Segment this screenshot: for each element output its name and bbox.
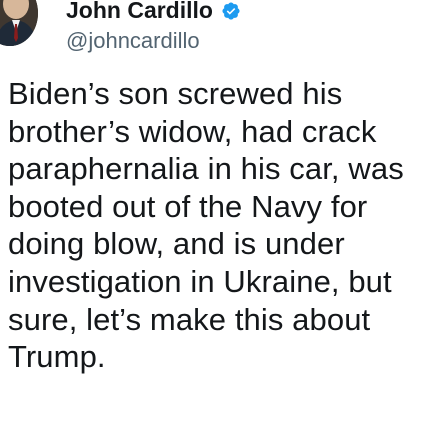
tweet-card: John Cardillo @johncardillo Biden’s son … (0, 0, 447, 425)
author-name-row: John Cardillo (66, 0, 426, 24)
verified-badge-icon (221, 1, 241, 21)
author-avatar[interactable] (0, 0, 38, 46)
author-handle[interactable]: @johncardillo (66, 26, 426, 56)
tweet-text: Biden’s son screwed his brother’s widow,… (8, 76, 404, 375)
author-display-name[interactable]: John Cardillo (66, 0, 213, 24)
profile-photo-icon (0, 0, 38, 46)
tweet-header: John Cardillo @johncardillo (66, 0, 426, 56)
